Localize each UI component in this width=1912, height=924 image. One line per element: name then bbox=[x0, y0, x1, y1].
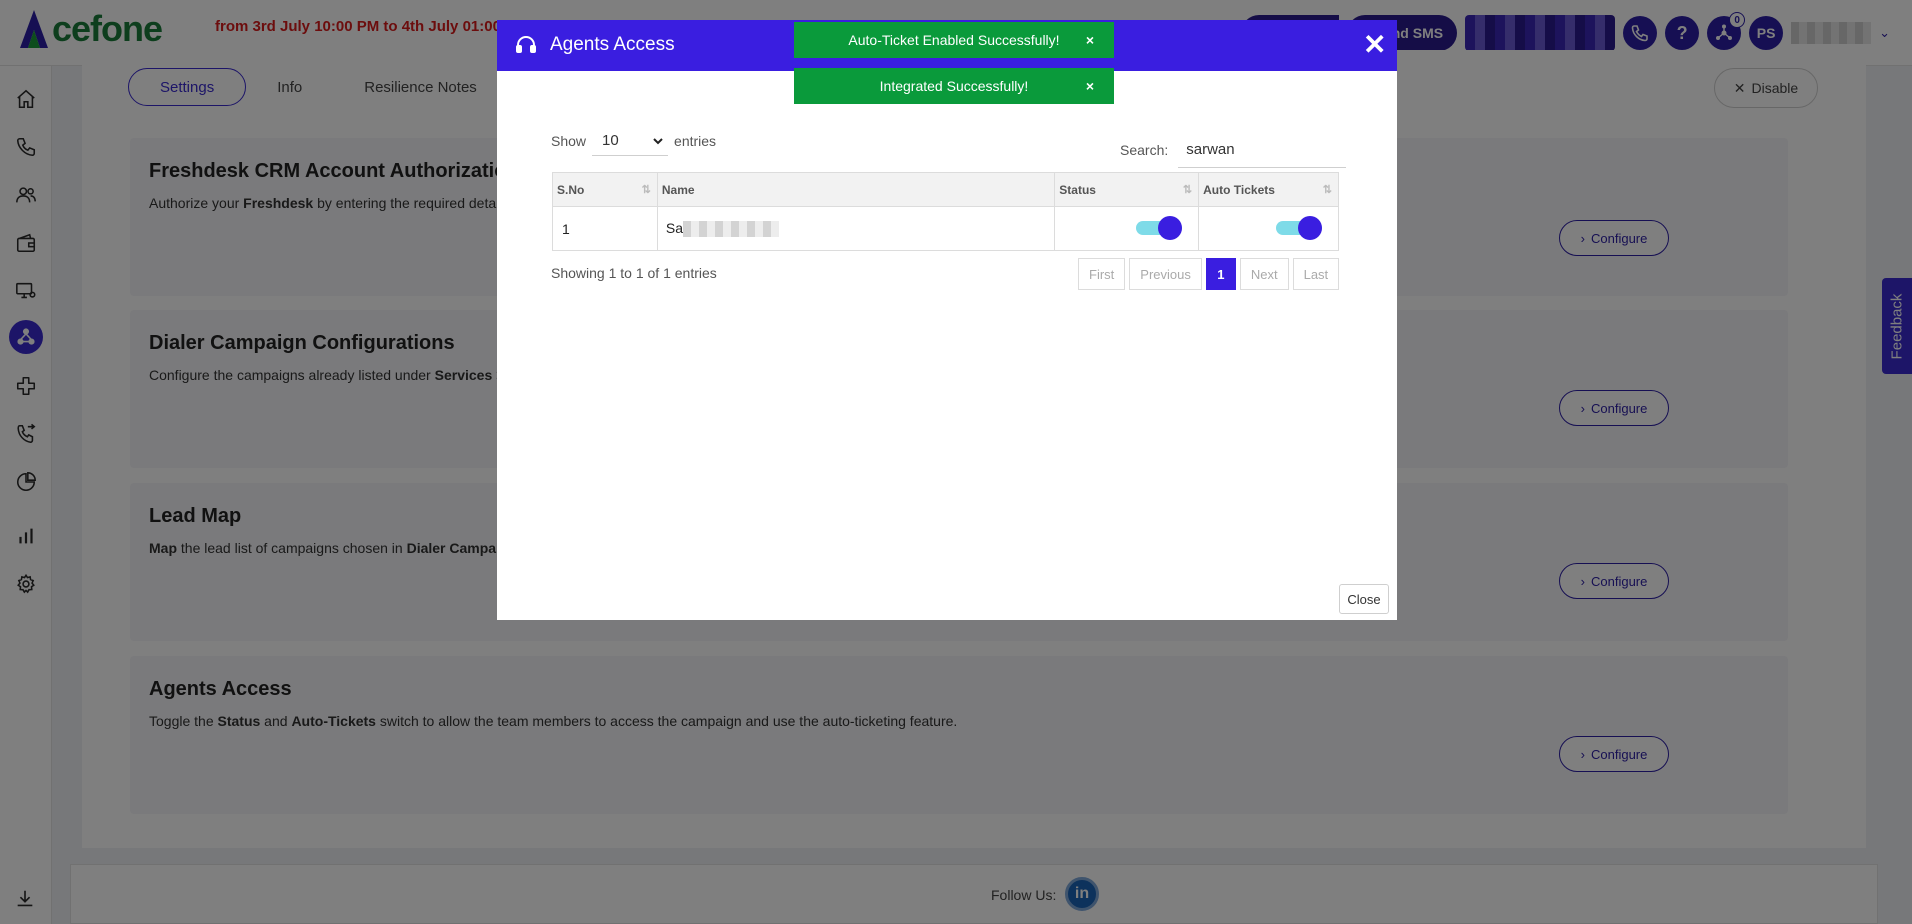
column-header-status[interactable]: Status ⇅ bbox=[1054, 172, 1200, 207]
pagination-page-1[interactable]: 1 bbox=[1205, 258, 1236, 290]
agent-name-visible: Sa bbox=[665, 219, 683, 236]
toast-message: Integrated Successfully! bbox=[879, 78, 1029, 94]
pagination-next[interactable]: Next bbox=[1239, 258, 1289, 290]
sort-icon: ⇅ bbox=[1322, 184, 1332, 196]
pagination-previous[interactable]: Previous bbox=[1129, 258, 1202, 290]
pagination-last[interactable]: Last bbox=[1292, 258, 1340, 290]
cell-name: Sa bbox=[656, 206, 1056, 251]
auto-tickets-toggle[interactable] bbox=[1276, 216, 1322, 240]
cell-sno: 1 bbox=[552, 206, 658, 251]
table-row: 1 Sa bbox=[552, 206, 1339, 251]
agent-name-redacted bbox=[682, 221, 779, 238]
cell-auto-tickets bbox=[1198, 206, 1339, 251]
headset-icon bbox=[516, 36, 536, 53]
show-label: Show bbox=[551, 133, 587, 149]
agents-table: S.No ⇅ Name Status ⇅ Auto Tickets ⇅ 1 Sa bbox=[552, 172, 1339, 251]
page-size-value: 10 bbox=[602, 132, 619, 149]
search-input[interactable] bbox=[1178, 132, 1347, 168]
entries-label: entries bbox=[674, 133, 717, 149]
toast-close-icon[interactable]: × bbox=[1086, 32, 1094, 48]
close-button[interactable]: Close bbox=[1339, 584, 1389, 614]
pagination: First Previous 1 Next Last bbox=[1078, 258, 1340, 290]
toast-message: Auto-Ticket Enabled Successfully! bbox=[848, 32, 1060, 48]
search-control: Search: bbox=[1120, 132, 1347, 168]
chevron-down-icon bbox=[653, 137, 663, 144]
table-info: Showing 1 to 1 of 1 entries bbox=[551, 265, 717, 281]
sort-icon: ⇅ bbox=[641, 184, 651, 196]
page-size-select[interactable]: 10 bbox=[592, 126, 669, 156]
agents-access-modal: Agents Access ✕ Show 10 entries Search: … bbox=[497, 20, 1397, 620]
cell-status bbox=[1054, 206, 1200, 251]
column-header-name[interactable]: Name bbox=[656, 172, 1056, 207]
toast-auto-ticket-enabled: Auto-Ticket Enabled Successfully! × bbox=[794, 22, 1114, 58]
page-size-control: Show 10 entries bbox=[551, 126, 716, 156]
column-header-sno[interactable]: S.No ⇅ bbox=[552, 172, 658, 207]
toast-integrated: Integrated Successfully! × bbox=[794, 68, 1114, 104]
table-header-row: S.No ⇅ Name Status ⇅ Auto Tickets ⇅ bbox=[552, 172, 1339, 207]
sort-icon: ⇅ bbox=[1182, 184, 1192, 196]
modal-title: Agents Access bbox=[550, 34, 675, 55]
pagination-first[interactable]: First bbox=[1078, 258, 1126, 290]
status-toggle[interactable] bbox=[1136, 216, 1183, 240]
column-header-auto-tickets[interactable]: Auto Tickets ⇅ bbox=[1198, 172, 1339, 207]
modal-close-icon[interactable]: ✕ bbox=[1363, 29, 1386, 61]
toast-close-icon[interactable]: × bbox=[1086, 78, 1094, 94]
search-label: Search: bbox=[1120, 142, 1169, 158]
